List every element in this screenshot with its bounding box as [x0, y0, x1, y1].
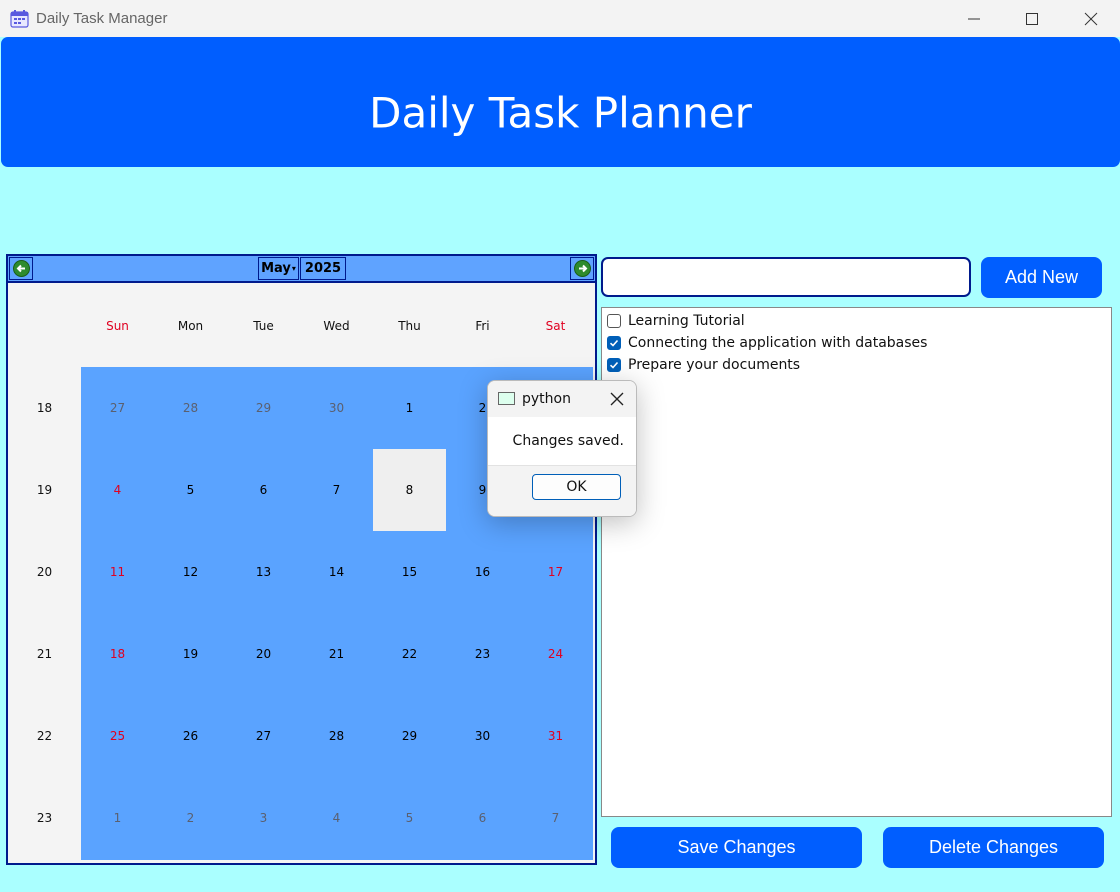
maximize-icon: [1026, 12, 1038, 25]
calendar-day[interactable]: 26: [154, 695, 227, 777]
calendar-day[interactable]: 30: [446, 695, 519, 777]
checkmark-icon: [609, 339, 619, 347]
calendar-navigation-bar: May ▾ 2025: [8, 256, 595, 283]
chevron-down-icon: ▾: [291, 264, 296, 273]
task-list: Learning Tutorial Connecting the applica…: [601, 307, 1112, 817]
week-number: 22: [36, 729, 53, 743]
task-label: Prepare your documents: [628, 357, 801, 373]
calendar-day[interactable]: 12: [154, 531, 227, 613]
calendar-day[interactable]: 28: [154, 367, 227, 449]
week-number: 20: [36, 565, 53, 579]
minimize-button[interactable]: [945, 0, 1003, 37]
calendar-app-icon: [10, 10, 29, 28]
weekday-fri: Fri: [475, 319, 490, 333]
window-title-bar: Daily Task Manager: [0, 0, 1120, 37]
calendar-day[interactable]: 20: [227, 613, 300, 695]
calendar-day[interactable]: 16: [446, 531, 519, 613]
week-number: 19: [36, 483, 53, 497]
month-label: May: [261, 261, 291, 276]
year-selector[interactable]: 2025: [300, 257, 346, 280]
close-button[interactable]: [1062, 0, 1120, 37]
calendar-day[interactable]: 31: [519, 695, 592, 777]
calendar-day[interactable]: 4: [81, 449, 154, 531]
window-title: Daily Task Manager: [36, 10, 168, 27]
app-header: Daily Task Planner: [1, 37, 1120, 167]
task-item[interactable]: Prepare your documents: [607, 354, 800, 376]
calendar-day[interactable]: 21: [300, 613, 373, 695]
calendar-day[interactable]: 13: [227, 531, 300, 613]
save-changes-button[interactable]: Save Changes: [611, 827, 862, 868]
close-icon: [610, 392, 624, 406]
next-month-button[interactable]: [570, 257, 594, 280]
calendar-day[interactable]: 14: [300, 531, 373, 613]
calendar-day[interactable]: 25: [81, 695, 154, 777]
calendar-day[interactable]: 4: [300, 777, 373, 859]
ok-button[interactable]: OK: [532, 474, 621, 500]
calendar-day[interactable]: 7: [300, 449, 373, 531]
prev-month-button[interactable]: [9, 257, 33, 280]
arrow-right-icon: [573, 260, 591, 277]
calendar-day[interactable]: 2: [154, 777, 227, 859]
task-item[interactable]: Connecting the application with database…: [607, 332, 927, 354]
calendar-day[interactable]: 23: [446, 613, 519, 695]
message-dialog: python Changes saved. OK: [487, 380, 637, 517]
calendar-day-selected[interactable]: 8: [373, 449, 446, 531]
arrow-left-icon: [12, 260, 30, 277]
weekday-sat: Sat: [545, 319, 566, 333]
calendar-day[interactable]: 28: [300, 695, 373, 777]
calendar-day[interactable]: 24: [519, 613, 592, 695]
checkmark-icon: [609, 361, 619, 369]
calendar-day[interactable]: 19: [154, 613, 227, 695]
task-item[interactable]: Learning Tutorial: [607, 310, 745, 332]
calendar-day[interactable]: 29: [227, 367, 300, 449]
dialog-title: python: [522, 391, 571, 407]
weekday-header: Sun Mon Tue Wed Thu Fri Sat: [8, 283, 593, 367]
calendar-day[interactable]: 17: [519, 531, 592, 613]
calendar-day[interactable]: 27: [227, 695, 300, 777]
weekday-sun: Sun: [106, 319, 129, 333]
page-title: Daily Task Planner: [369, 88, 752, 138]
calendar-day[interactable]: 15: [373, 531, 446, 613]
year-label: 2025: [304, 261, 342, 276]
close-icon: [1084, 12, 1098, 25]
calendar-day[interactable]: 27: [81, 367, 154, 449]
task-checkbox[interactable]: [607, 358, 621, 372]
calendar-day[interactable]: 6: [446, 777, 519, 859]
task-checkbox[interactable]: [607, 314, 621, 328]
calendar-day[interactable]: 7: [519, 777, 592, 859]
weekday-thu: Thu: [398, 319, 421, 333]
add-new-button[interactable]: Add New: [981, 257, 1102, 298]
weekday-wed: Wed: [323, 319, 350, 333]
week-number: 23: [36, 811, 53, 825]
calendar-widget: May ▾ 2025 Sun Mon Tue Wed Thu Fri Sat 1…: [6, 254, 597, 865]
task-label: Connecting the application with database…: [628, 335, 928, 351]
calendar-day[interactable]: 5: [154, 449, 227, 531]
calendar-day[interactable]: 1: [373, 367, 446, 449]
month-selector[interactable]: May ▾: [258, 257, 299, 280]
dialog-title-bar: python: [488, 381, 636, 417]
maximize-button[interactable]: [1003, 0, 1061, 37]
python-app-icon: [498, 392, 515, 405]
calendar-day[interactable]: 3: [227, 777, 300, 859]
calendar-day[interactable]: 6: [227, 449, 300, 531]
weekday-tue: Tue: [253, 319, 274, 333]
dialog-message: Changes saved.: [512, 433, 624, 449]
calendar-day[interactable]: 11: [81, 531, 154, 613]
task-label: Learning Tutorial: [628, 313, 745, 329]
calendar-day[interactable]: 29: [373, 695, 446, 777]
weekday-mon: Mon: [177, 319, 204, 333]
calendar-day[interactable]: 5: [373, 777, 446, 859]
dialog-close-button[interactable]: [608, 390, 626, 408]
calendar-day[interactable]: 30: [300, 367, 373, 449]
calendar-day[interactable]: 22: [373, 613, 446, 695]
week-number-column: 18 19 20 21 22 23: [8, 367, 81, 860]
task-input[interactable]: [601, 257, 971, 297]
week-number: 21: [36, 647, 53, 661]
task-checkbox[interactable]: [607, 336, 621, 350]
week-number: 18: [36, 401, 53, 415]
minimize-icon: [968, 18, 980, 19]
calendar-day[interactable]: 1: [81, 777, 154, 859]
calendar-day[interactable]: 18: [81, 613, 154, 695]
delete-changes-button[interactable]: Delete Changes: [883, 827, 1104, 868]
